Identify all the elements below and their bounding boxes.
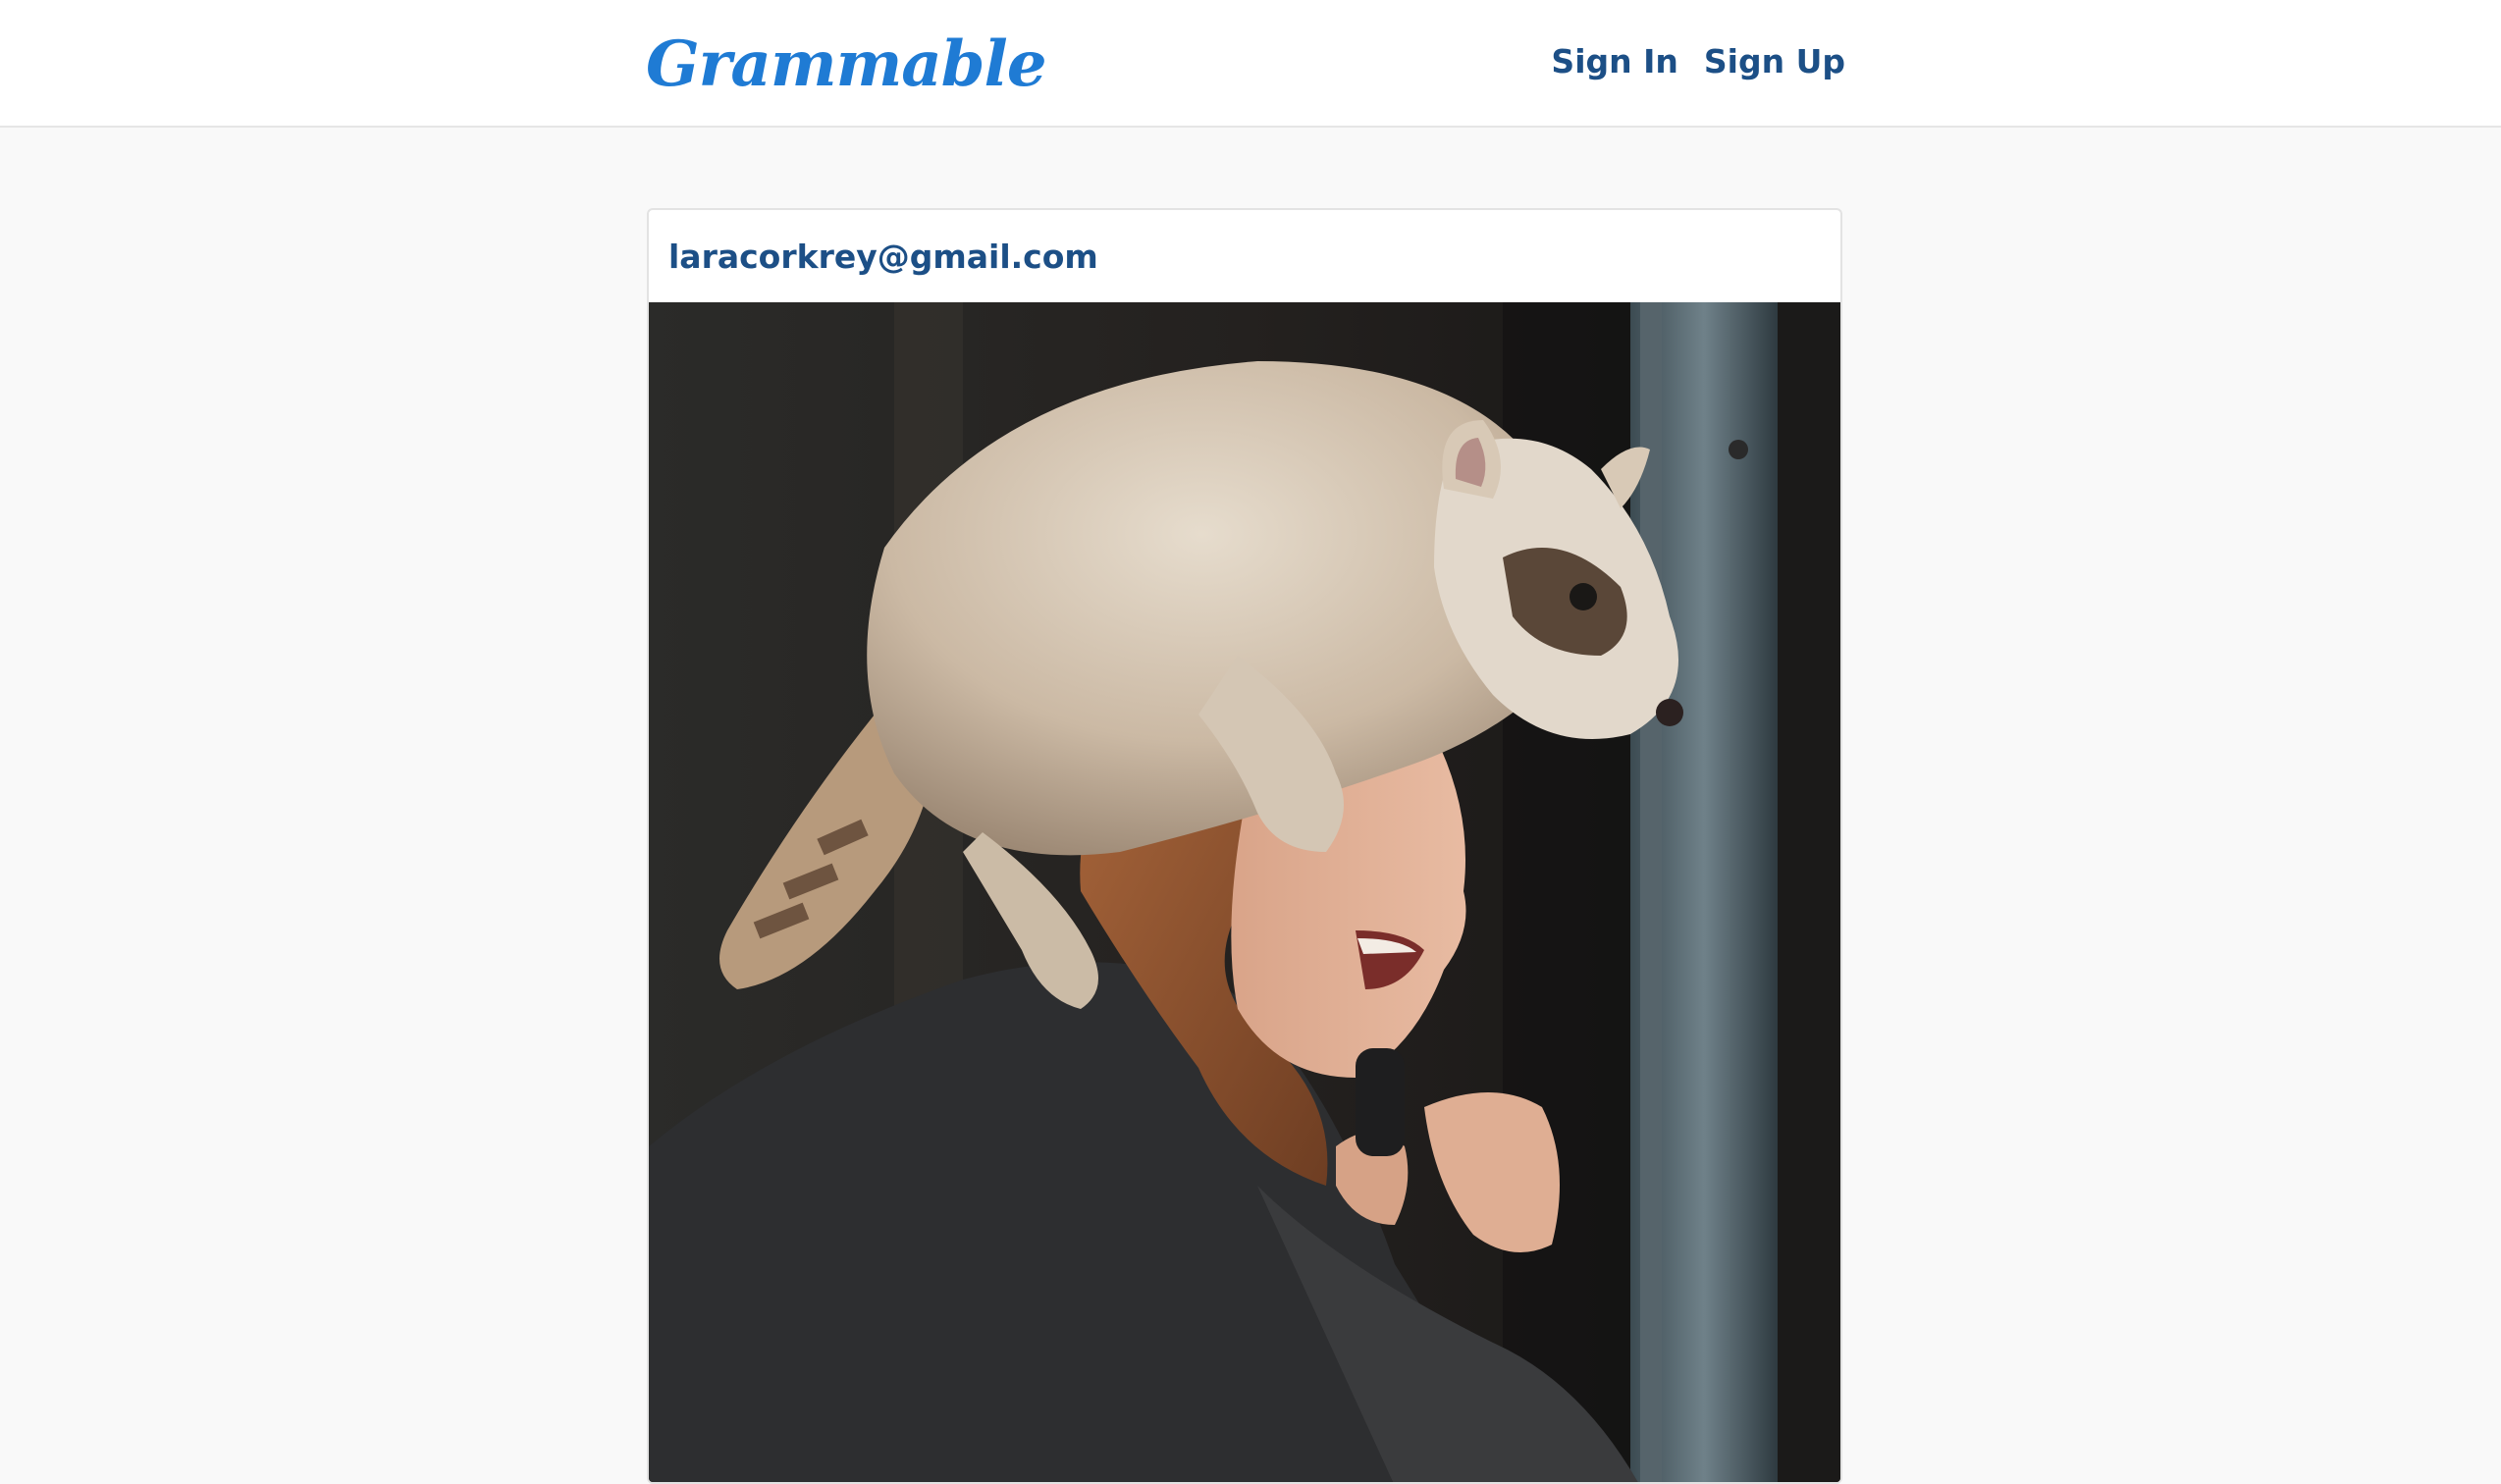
sign-in-link[interactable]: Sign In xyxy=(1551,37,1677,86)
post-card: laracorkrey@gmail.com xyxy=(647,208,1842,1484)
nav-links: Sign In Sign Up xyxy=(1551,37,1845,86)
navbar: Grammable Sign In Sign Up xyxy=(0,0,2501,128)
post-photo xyxy=(649,302,1840,1482)
post-header: laracorkrey@gmail.com xyxy=(649,210,1840,302)
post-author: laracorkrey@gmail.com xyxy=(668,237,1098,276)
sign-up-link[interactable]: Sign Up xyxy=(1704,37,1845,86)
brand-logo[interactable]: Grammable xyxy=(646,22,1047,108)
